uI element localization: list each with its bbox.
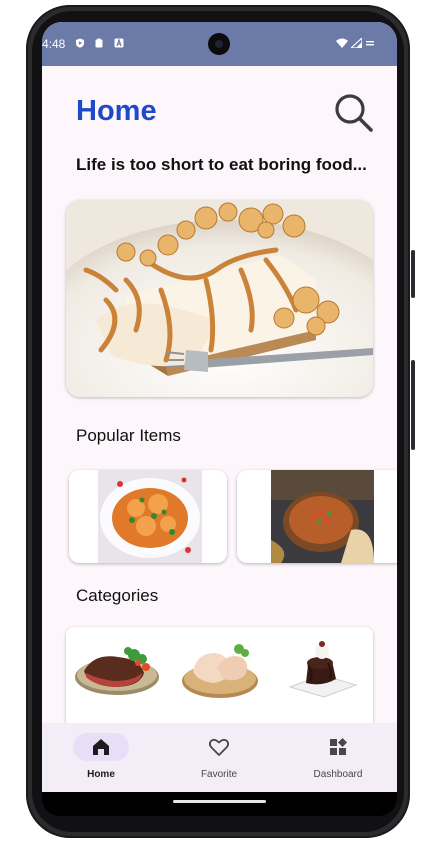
tagline: Life is too short to eat boring food... [76, 155, 367, 174]
popular-item-card[interactable] [237, 470, 397, 563]
accessibility-icon [114, 38, 124, 48]
main-content[interactable]: Home Life is too short to eat boring foo… [42, 66, 397, 723]
hero-image-card[interactable] [66, 200, 373, 397]
nav-label-dashboard: Dashboard [313, 769, 363, 780]
nav-item-home[interactable]: Home [42, 723, 160, 792]
clipboard-icon [95, 38, 103, 48]
cheesecake-photo [66, 200, 373, 397]
bottom-navigation: Home Favorite Dashboard [42, 723, 397, 792]
popular-items-title: Popular Items [76, 426, 181, 445]
nav-item-dashboard[interactable]: Dashboard [279, 723, 397, 792]
status-time: 4:48 [42, 37, 66, 51]
dessert-category-icon[interactable] [284, 639, 360, 701]
battery-icon [366, 41, 374, 46]
wifi-icon [336, 38, 348, 48]
signal-icon [351, 38, 362, 48]
soup-bowl-photo [271, 470, 374, 563]
popular-item-card[interactable] [69, 470, 227, 563]
chicken-category-icon[interactable] [181, 639, 259, 701]
nav-item-favorite[interactable]: Favorite [160, 723, 278, 792]
home-icon [93, 739, 109, 755]
categories-card[interactable] [66, 627, 373, 723]
page-title: Home [76, 95, 157, 127]
chicken-curry-photo [98, 470, 202, 563]
popular-items-list[interactable] [42, 470, 397, 564]
search-icon[interactable] [334, 93, 374, 133]
gesture-area [42, 792, 397, 816]
nav-label-home: Home [87, 769, 115, 780]
steak-category-icon[interactable] [74, 639, 160, 699]
play-protect-icon [76, 38, 84, 48]
front-camera [208, 33, 230, 55]
home-gesture-bar[interactable] [173, 800, 266, 803]
power-button [411, 250, 415, 298]
app-screen: 4:48 Home Life is too short to eat borin… [42, 22, 397, 792]
status-bar: 4:48 [42, 22, 397, 66]
volume-button [411, 360, 415, 450]
categories-title: Categories [76, 586, 159, 605]
dashboard-icon [330, 738, 347, 755]
nav-label-favorite: Favorite [200, 769, 238, 780]
heart-icon [208, 738, 230, 756]
